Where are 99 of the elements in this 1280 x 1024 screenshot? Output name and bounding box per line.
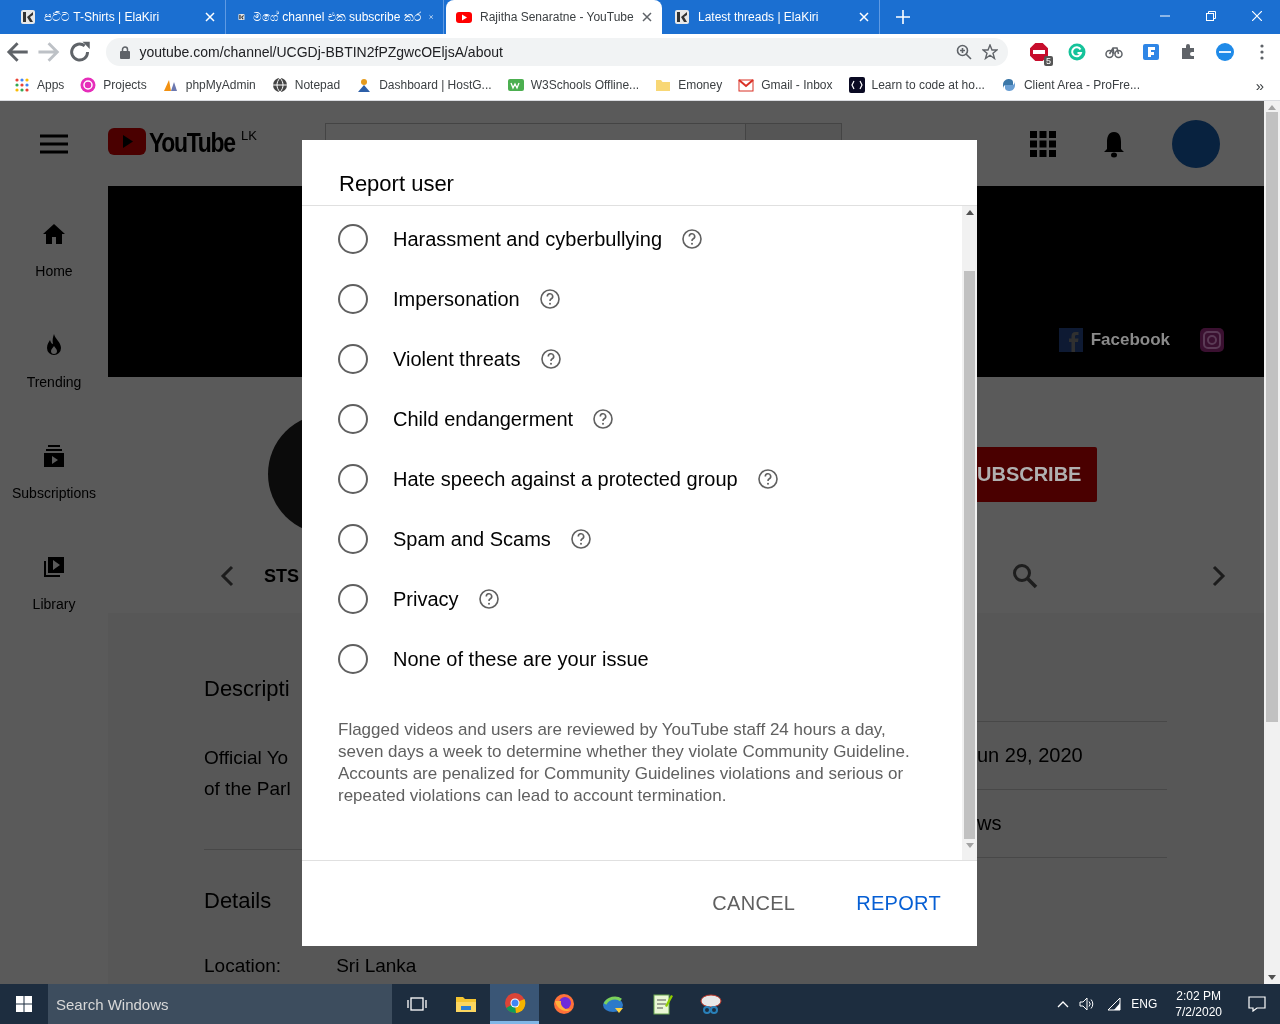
date-text: 7/2/2020 xyxy=(1175,1004,1222,1020)
extension-badge: 5 xyxy=(1044,56,1054,66)
bookmark[interactable]: W3Schools Offline... xyxy=(507,77,640,93)
option-label[interactable]: Privacy xyxy=(393,587,459,611)
wifi-icon[interactable] xyxy=(1105,997,1122,1011)
lock-icon xyxy=(119,45,130,59)
help-icon[interactable] xyxy=(478,589,499,609)
option-label[interactable]: None of these are your issue xyxy=(393,647,649,671)
radio-button[interactable] xyxy=(338,404,368,434)
radio-button[interactable] xyxy=(338,344,368,374)
stat-text: un 29, 2020 xyxy=(977,744,1083,767)
bookmark[interactable]: Emoney xyxy=(655,77,723,93)
fox-logo-icon xyxy=(551,992,576,1016)
notification-icon[interactable] xyxy=(1248,996,1266,1012)
option-label[interactable]: Child endangerment xyxy=(393,407,574,431)
bookmark[interactable]: Gmail - Inbox xyxy=(738,77,833,93)
radio-button[interactable] xyxy=(338,464,368,494)
dark-square-logo-icon xyxy=(848,77,865,93)
help-icon[interactable] xyxy=(593,409,614,429)
section-heading: Details xyxy=(204,887,273,915)
menu-icon[interactable] xyxy=(40,133,68,154)
option-label[interactable]: Violent threats xyxy=(393,347,521,371)
plus-icon[interactable] xyxy=(896,10,910,24)
envelope-icon xyxy=(738,77,755,93)
star-icon[interactable] xyxy=(981,44,998,60)
scroll-up-icon[interactable] xyxy=(965,210,974,215)
section-heading: Descripti xyxy=(204,675,291,703)
search-field[interactable]: Search Windows xyxy=(48,984,392,1024)
play-icon xyxy=(456,9,472,25)
subscribe-button[interactable]: UBSCRIBE xyxy=(977,446,1097,502)
close-icon[interactable] xyxy=(428,12,433,22)
stat-text: ws xyxy=(977,812,1002,835)
chevron-up-icon[interactable] xyxy=(1057,1000,1070,1008)
help-icon[interactable] xyxy=(539,289,560,309)
dialog-title: Report user xyxy=(302,140,977,206)
bookmark[interactable]: Dashboard | HostG... xyxy=(356,77,492,93)
bookmark[interactable]: Learn to code at ho... xyxy=(848,77,985,93)
browser-tab[interactable]: Rajitha Senaratne - YouTube xyxy=(446,0,662,34)
cancel-button[interactable]: CANCEL xyxy=(696,882,812,925)
radio-button[interactable] xyxy=(338,644,368,674)
help-icon[interactable] xyxy=(682,229,703,249)
help-icon[interactable] xyxy=(540,349,561,369)
field-value: Sri Lanka xyxy=(336,954,417,978)
bookmark[interactable]: Projects xyxy=(80,77,147,93)
back-arrow-icon[interactable] xyxy=(6,40,30,64)
radio-button[interactable] xyxy=(338,224,368,254)
restore-icon[interactable] xyxy=(1206,11,1216,21)
close-icon[interactable] xyxy=(642,12,652,22)
language-indicator[interactable]: ENG xyxy=(1131,997,1158,1011)
radio-button[interactable] xyxy=(338,524,368,554)
zoom-icon[interactable] xyxy=(955,44,972,60)
scissors-icon xyxy=(698,992,723,1016)
square-logo-icon xyxy=(507,77,524,93)
more-bookmarks[interactable]: » xyxy=(1255,76,1264,94)
globe-icon xyxy=(271,77,288,93)
help-icon[interactable] xyxy=(570,529,591,549)
profile-avatar-icon[interactable] xyxy=(1216,43,1235,61)
speaker-icon[interactable] xyxy=(1079,997,1096,1011)
field-label: Location: xyxy=(204,954,282,978)
site-logo-icon xyxy=(20,9,36,25)
reload-icon[interactable] xyxy=(68,40,92,64)
scrollbar[interactable] xyxy=(962,206,977,860)
site-logo-icon xyxy=(674,9,690,25)
search-icon[interactable] xyxy=(1012,563,1038,589)
python-logo-icon xyxy=(1000,77,1017,93)
bookmark[interactable]: Client Area - ProFre... xyxy=(1000,77,1140,93)
flag-square-icon[interactable] xyxy=(1141,43,1160,61)
radio-button[interactable] xyxy=(338,584,368,614)
option-label[interactable]: Spam and Scams xyxy=(393,527,551,551)
play-icon[interactable] xyxy=(108,128,146,155)
address-bar[interactable]: youtube.com/channel/UCGDj-BBTIN2fPZgwcOEljsA/about xyxy=(105,38,1008,66)
bookmark[interactable]: Notepad xyxy=(271,77,341,93)
apps-grid-icon xyxy=(14,77,30,93)
person-logo-icon xyxy=(356,77,373,93)
chevron-right-icon[interactable] xyxy=(1212,565,1226,587)
option-label[interactable]: Impersonation xyxy=(393,287,520,311)
chevron-left-icon[interactable] xyxy=(220,565,234,587)
scroll-down-icon[interactable] xyxy=(1268,975,1276,980)
channel-name: STS xyxy=(264,565,299,587)
bookmark[interactable]: phpMyAdmin xyxy=(162,77,256,93)
help-icon[interactable] xyxy=(757,469,778,489)
option-label[interactable]: Harassment and cyberbullying xyxy=(393,227,663,251)
social-link[interactable]: Facebook xyxy=(1090,328,1170,352)
info-text: Flagged videos and users are reviewed by YouTube staff 24 hours a day, seven days a week to determine whether they violate Community Guideline. Accounts are penalized for Community Guidelines violations and serious or repeated violations can lead to account termination. xyxy=(338,719,911,807)
description-text: Official Yo of the Parl xyxy=(204,746,292,801)
circle-logo-icon xyxy=(80,77,97,93)
bell-icon[interactable] xyxy=(1102,129,1126,158)
scrollbar[interactable] xyxy=(1264,101,1280,984)
bookmark[interactable]: Apps xyxy=(14,77,65,93)
region-label: LK xyxy=(241,128,257,143)
time-text: 2:02 PM xyxy=(1176,988,1221,1004)
task-view-icon[interactable] xyxy=(406,996,427,1012)
windows-logo-icon[interactable] xyxy=(16,996,32,1012)
apps-grid-icon[interactable] xyxy=(1030,130,1056,157)
folder-icon xyxy=(655,77,672,93)
option-label[interactable]: Hate speech against a protected group xyxy=(393,467,738,491)
report-button[interactable]: REPORT xyxy=(840,882,957,925)
radio-button[interactable] xyxy=(338,284,368,314)
browser-logo-icon xyxy=(502,990,527,1015)
